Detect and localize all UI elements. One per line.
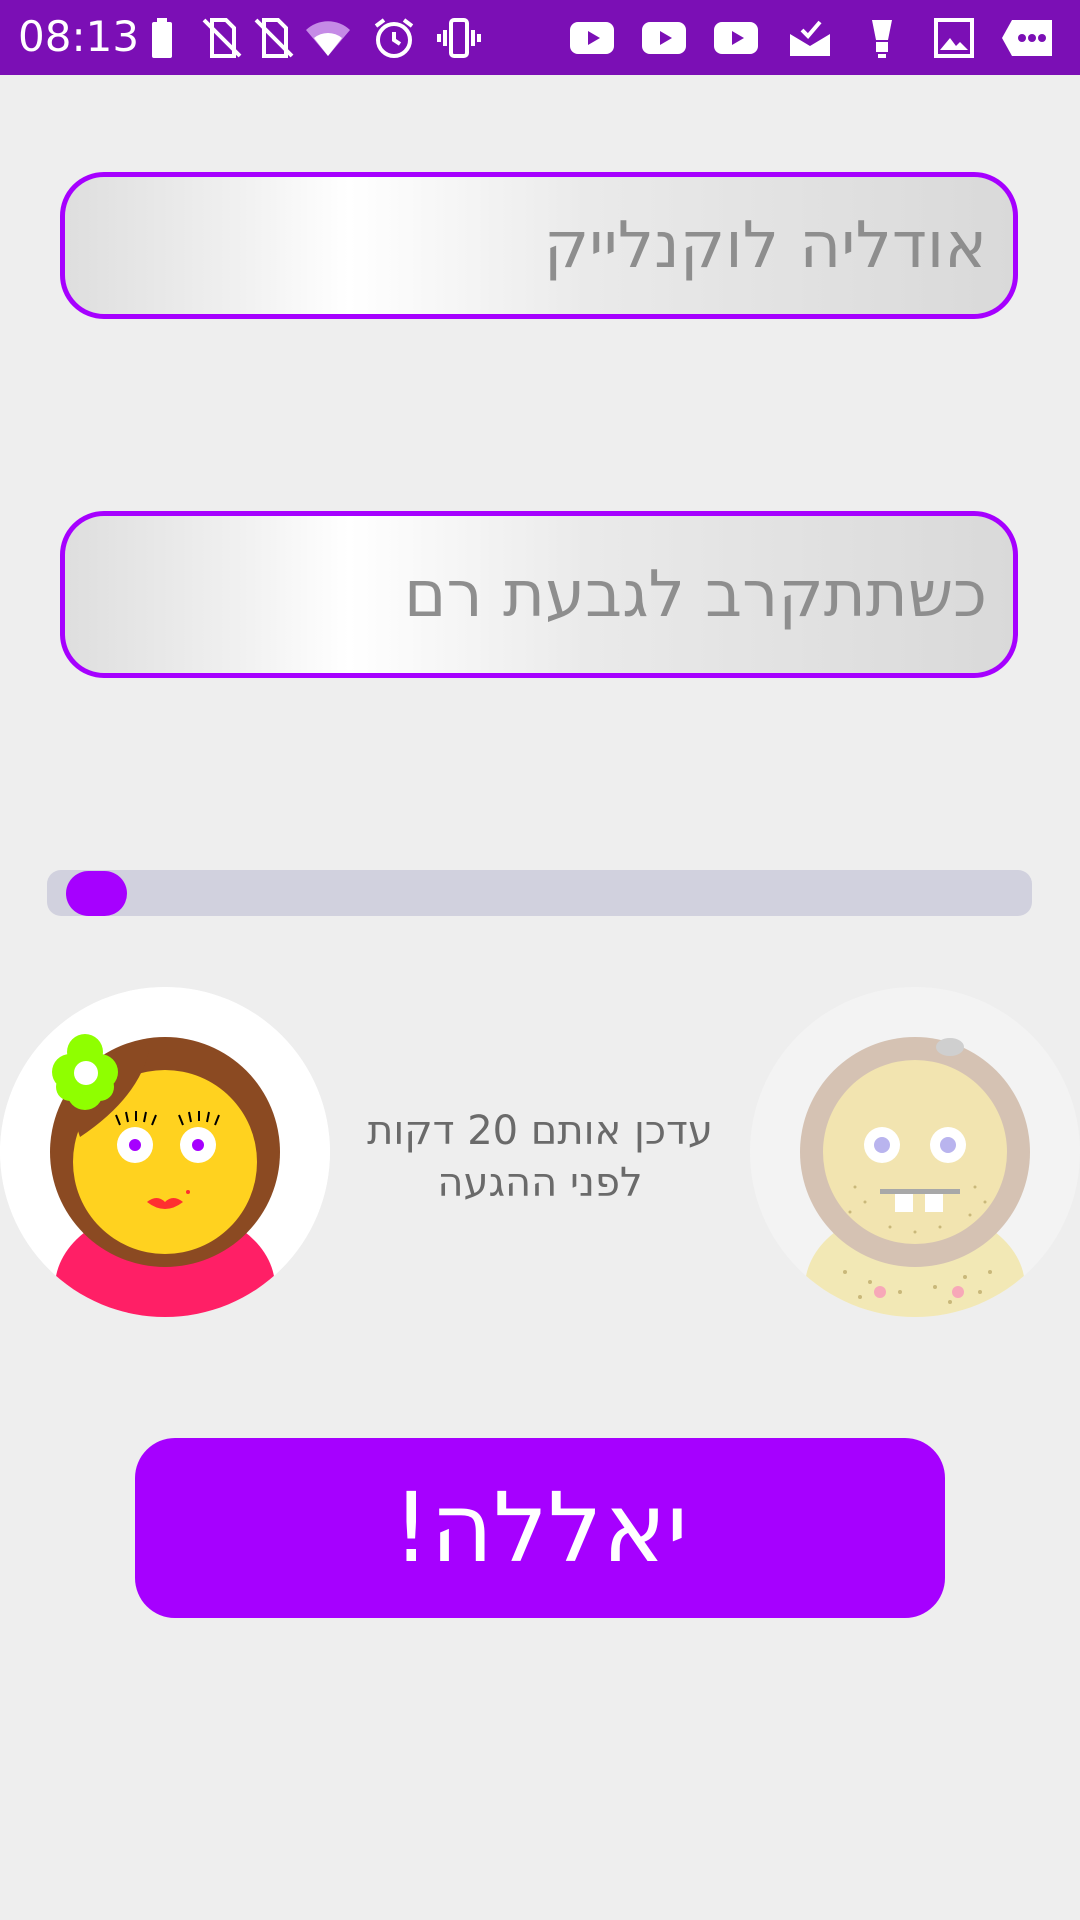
- no-sim-icon: [198, 14, 246, 62]
- image-icon: [930, 14, 978, 62]
- go-button-label: יאללה!: [392, 1472, 688, 1584]
- status-bar: 08:13: [0, 0, 1080, 75]
- time-slider-track[interactable]: [47, 870, 1032, 916]
- name-field-value: אודליה לוקנלייק: [543, 208, 987, 283]
- notify-hint-line2: לפני ההגעה: [437, 1160, 643, 1206]
- notify-hint-text: עדכן אותם 20 דקות לפני ההגעה: [340, 1105, 740, 1209]
- youtube-icon: [712, 14, 760, 62]
- wifi-icon: [300, 14, 356, 62]
- go-button[interactable]: יאללה!: [135, 1438, 945, 1618]
- notify-hint-line1: עדכן אותם 20 דקות: [367, 1108, 713, 1154]
- no-sim-icon: [250, 14, 298, 62]
- name-field[interactable]: אודליה לוקנלייק: [60, 172, 1018, 319]
- status-time: 08:13: [18, 12, 140, 61]
- message-field-value: כשתתקרב לגבעת רם: [404, 557, 987, 632]
- youtube-icon: [568, 14, 616, 62]
- lightbulb-icon: [858, 14, 906, 62]
- youtube-icon: [640, 14, 688, 62]
- message-field[interactable]: כשתתקרב לגבעת רם: [60, 511, 1018, 678]
- time-slider-thumb[interactable]: [66, 871, 127, 916]
- mail-done-icon: [786, 14, 834, 62]
- boy-avatar-icon[interactable]: [750, 987, 1080, 1317]
- alarm-icon: [370, 14, 418, 62]
- girl-avatar-icon[interactable]: [0, 987, 330, 1317]
- more-icon: [1000, 14, 1056, 62]
- battery-icon: [138, 14, 186, 62]
- vibrate-icon: [435, 14, 483, 62]
